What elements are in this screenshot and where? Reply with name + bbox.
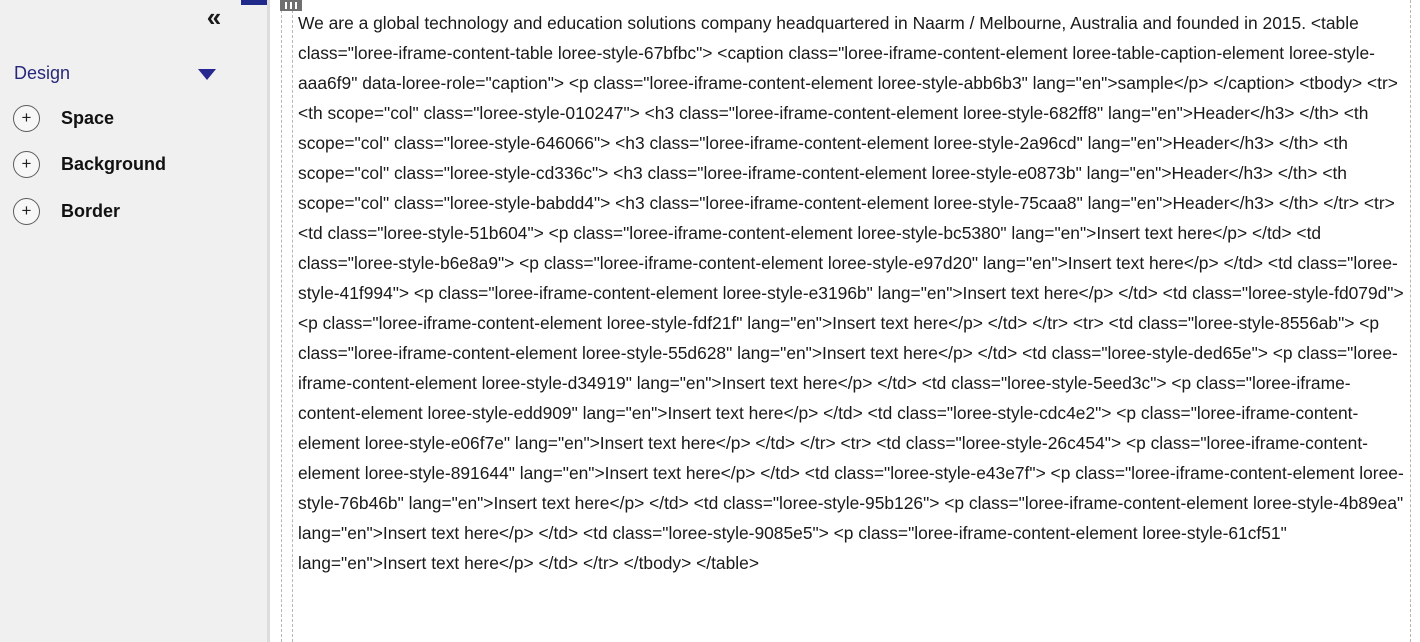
space-section-label: Space xyxy=(61,108,115,128)
background-section-toggle[interactable]: + Background xyxy=(13,151,233,183)
editor-text-content[interactable]: We are a global technology and education… xyxy=(298,8,1406,578)
design-sidebar: « Design + Space + Background + Border xyxy=(0,0,267,642)
collapse-sidebar-icon[interactable]: « xyxy=(199,4,225,32)
design-section-title: Design xyxy=(14,63,71,83)
background-section-label: Background xyxy=(61,154,167,174)
plus-circle-icon[interactable]: + xyxy=(13,198,40,225)
design-section-toggle[interactable]: Design xyxy=(14,62,219,88)
accent-bar xyxy=(241,0,267,5)
panel-divider[interactable] xyxy=(267,0,270,642)
plus-circle-icon[interactable]: + xyxy=(13,151,40,178)
space-section-toggle[interactable]: + Space xyxy=(13,105,233,137)
border-section-label: Border xyxy=(61,201,121,221)
caret-down-icon xyxy=(198,69,216,80)
plus-circle-icon[interactable]: + xyxy=(13,105,40,132)
border-section-toggle[interactable]: + Border xyxy=(13,198,233,230)
